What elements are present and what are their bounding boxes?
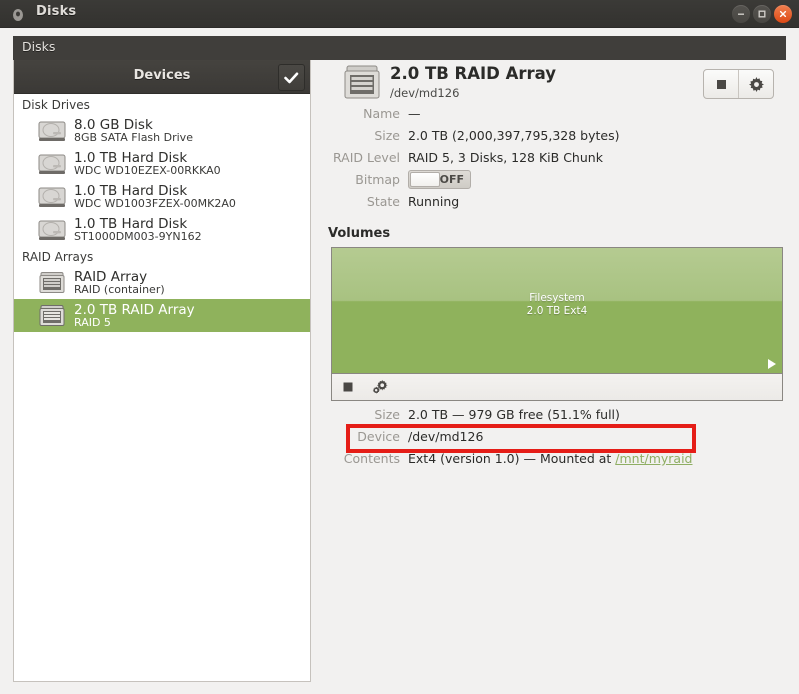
field-label: Name: [363, 106, 400, 121]
sidebar-item-wd10ezex[interactable]: 1.0 TB Hard Disk WDC WD10EZEX-00RKKA0: [14, 147, 310, 180]
hard-disk-icon: [36, 217, 68, 243]
array-header: 2.0 TB RAID Array /dev/md126: [318, 60, 786, 106]
volumes-box: Filesystem 2.0 TB Ext4: [331, 247, 783, 401]
device-title: 8.0 GB Disk: [74, 116, 153, 133]
hard-disk-icon: [36, 118, 68, 144]
stop-icon: [343, 382, 353, 392]
sidebar-item-2tb-raid-array[interactable]: 2.0 TB RAID Array RAID 5: [14, 299, 310, 332]
mount-point-link[interactable]: /mnt/myraid: [615, 451, 692, 466]
devices-header: Devices: [14, 60, 310, 94]
stop-icon: [716, 79, 726, 89]
field-label: Bitmap: [355, 172, 400, 187]
device-title: RAID Array: [74, 268, 148, 285]
field-value: —: [408, 106, 421, 121]
device-subtitle: RAID (container): [74, 282, 165, 296]
toggle-knob: [410, 172, 440, 187]
volume-device-field: Device /dev/md126: [318, 429, 786, 451]
device-title: 1.0 TB Hard Disk: [74, 215, 188, 232]
device-title: 1.0 TB Hard Disk: [74, 149, 188, 166]
unmount-volume-button[interactable]: [332, 382, 364, 392]
volume-fields: Size 2.0 TB — 979 GB free (51.1% full) D…: [318, 407, 786, 473]
device-title: 2.0 TB RAID Array: [74, 301, 195, 318]
sidebar-item-st1000dm003[interactable]: 1.0 TB Hard Disk ST1000DM003-9YN162: [14, 213, 310, 246]
device-subtitle: WDC WD1003FZEX-00MK2A0: [74, 196, 236, 210]
field-label: Contents: [343, 451, 400, 466]
field-label: Size: [374, 128, 400, 143]
array-fields: Name — Size 2.0 TB (2,000,397,795,328 by…: [318, 106, 786, 216]
volumes-heading: Volumes: [328, 226, 391, 241]
disk-app-icon: [11, 7, 25, 21]
array-title: 2.0 TB RAID Array: [390, 64, 557, 83]
device-title: 1.0 TB Hard Disk: [74, 182, 188, 199]
hard-disk-icon: [36, 151, 68, 177]
field-raid-level: RAID Level RAID 5, 3 Disks, 128 KiB Chun…: [318, 150, 786, 172]
volume-graphic-line1: Filesystem: [529, 292, 585, 304]
close-button[interactable]: [774, 5, 792, 23]
volume-options-button[interactable]: [364, 379, 396, 395]
device-subtitle: 8GB SATA Flash Drive: [74, 130, 193, 144]
raid-array-icon: [36, 270, 68, 296]
window-title: Disks: [36, 4, 77, 19]
group-label-disk-drives: Disk Drives: [22, 98, 90, 112]
devices-list: Disk Drives 8.0 GB Disk 8GB SATA Flash D…: [14, 94, 310, 332]
volume-graphic-label: Filesystem 2.0 TB Ext4: [332, 292, 782, 318]
check-icon: [284, 72, 299, 83]
field-name: Name —: [318, 106, 786, 128]
field-value: Ext4 (version 1.0) — Mounted at /mnt/myr…: [408, 451, 693, 466]
field-value: /dev/md126: [408, 429, 484, 444]
toggle-state-label: OFF: [439, 173, 464, 186]
devices-sidebar: Devices Disk Drives 8.0 GB Disk 8GB SATA…: [13, 60, 311, 682]
field-label: Device: [357, 429, 400, 444]
play-triangle-icon: [768, 359, 776, 369]
field-state: State Running: [318, 194, 786, 216]
array-detail-pane: 2.0 TB RAID Array /dev/md126 Name — Size…: [318, 60, 786, 682]
volume-graphic-line2: 2.0 TB Ext4: [526, 305, 588, 318]
field-label: State: [366, 194, 400, 209]
device-subtitle: ST1000DM003-9YN162: [74, 229, 202, 243]
sidebar-item-raid-container[interactable]: RAID Array RAID (container): [14, 266, 310, 299]
raid-array-icon: [340, 64, 384, 104]
field-label: Size: [374, 407, 400, 422]
check-button[interactable]: [278, 64, 305, 91]
device-subtitle: RAID 5: [74, 315, 111, 329]
sidebar-item-8gb-disk[interactable]: 8.0 GB Disk 8GB SATA Flash Drive: [14, 114, 310, 147]
menu-item-disks[interactable]: Disks: [22, 39, 55, 54]
field-size: Size 2.0 TB (2,000,397,795,328 bytes): [318, 128, 786, 150]
group-label-raid-arrays: RAID Arrays: [22, 250, 94, 264]
array-device-path: /dev/md126: [390, 86, 460, 100]
device-subtitle: WDC WD10EZEX-00RKKA0: [74, 163, 221, 177]
window-controls: [732, 5, 792, 23]
gear-icon: [748, 76, 764, 92]
field-label: RAID Level: [332, 150, 400, 165]
minimize-button[interactable]: [732, 5, 750, 23]
field-value: 2.0 TB — 979 GB free (51.1% full): [408, 407, 620, 422]
gears-icon: [372, 379, 388, 394]
devices-title: Devices: [133, 68, 191, 83]
field-value: Running: [408, 194, 460, 209]
bitmap-toggle[interactable]: OFF: [408, 170, 471, 189]
title-bar: Disks: [0, 0, 799, 28]
field-value: 2.0 TB (2,000,397,795,328 bytes): [408, 128, 620, 143]
volume-contents-field: Contents Ext4 (version 1.0) — Mounted at…: [318, 451, 786, 473]
volume-size-field: Size 2.0 TB — 979 GB free (51.1% full): [318, 407, 786, 429]
hard-disk-icon: [36, 184, 68, 210]
volume-toolbar: [332, 374, 782, 400]
sidebar-item-wd1003fzex[interactable]: 1.0 TB Hard Disk WDC WD1003FZEX-00MK2A0: [14, 180, 310, 213]
menu-bar: Disks: [13, 36, 786, 60]
raid-array-icon: [36, 303, 68, 329]
field-bitmap: Bitmap OFF: [318, 170, 786, 194]
array-options-button[interactable]: [738, 70, 773, 98]
array-action-buttons: [703, 69, 774, 99]
contents-text: Ext4 (version 1.0) — Mounted at: [408, 451, 616, 466]
volume-graphic[interactable]: Filesystem 2.0 TB Ext4: [332, 248, 782, 374]
disks-window: Disks Disks Devices Disk Drives 8.0 GB D…: [0, 0, 799, 694]
stop-array-button[interactable]: [704, 70, 738, 98]
maximize-button[interactable]: [753, 5, 771, 23]
field-value: RAID 5, 3 Disks, 128 KiB Chunk: [408, 150, 603, 165]
